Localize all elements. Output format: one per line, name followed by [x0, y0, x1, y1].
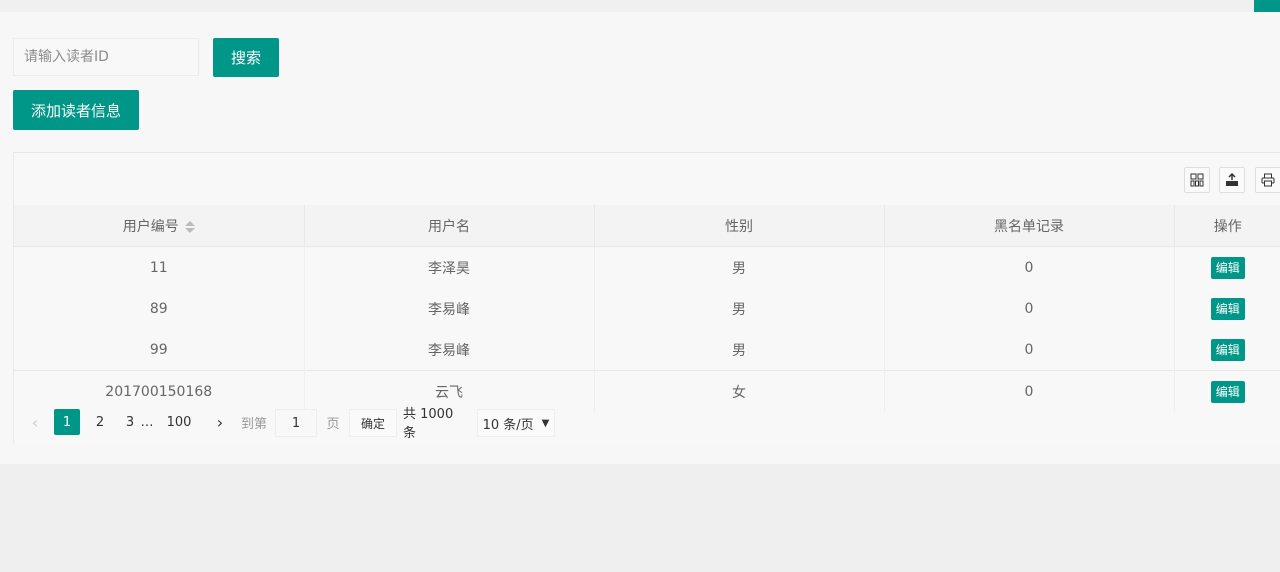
edit-button[interactable]: 编辑 [1210, 380, 1245, 403]
add-reader-button[interactable]: 添加读者信息 [13, 90, 139, 130]
reader-id-search-input[interactable] [13, 38, 199, 76]
cell-gender: 男 [594, 246, 885, 288]
table-row: 99 李易峰 男 0 编辑 [14, 329, 1280, 371]
cell-actions: 编辑 [1174, 288, 1280, 329]
goto-page-input[interactable]: 1 [275, 409, 317, 437]
cell-actions: 编辑 [1174, 329, 1280, 371]
print-icon[interactable] [1255, 167, 1280, 193]
cell-username: 李泽昊 [304, 246, 595, 288]
column-header-username: 用户名 [304, 205, 595, 247]
cell-user-id: 89 [14, 288, 305, 329]
page-footer-area [0, 464, 1280, 572]
cell-actions: 编辑 [1174, 370, 1280, 412]
column-header-user-id[interactable]: 用户编号 [14, 205, 305, 247]
cell-blacklist: 0 [884, 288, 1175, 329]
edit-button[interactable]: 编辑 [1210, 256, 1245, 279]
edit-button[interactable]: 编辑 [1210, 297, 1245, 320]
page-button-1[interactable]: 1 [54, 409, 80, 435]
column-header-gender: 性别 [594, 205, 885, 247]
page-size-value: 10 条/页 [482, 417, 534, 433]
dropdown-arrow-icon: ▼ [541, 417, 550, 429]
top-bar [0, 0, 1280, 12]
cell-actions: 编辑 [1174, 247, 1280, 289]
header-row: 用户编号 用户名 性别 黑名单记录 操作 [14, 205, 1280, 247]
page-ellipsis: … [140, 414, 154, 430]
table-row: 89 李易峰 男 0 编辑 [14, 288, 1280, 329]
page-button-2[interactable]: 2 [87, 409, 113, 435]
column-header-actions: 操作 [1174, 205, 1280, 247]
column-header-label: 用户编号 [122, 218, 179, 235]
export-icon[interactable] [1219, 167, 1245, 193]
goto-confirm-button[interactable]: 确定 [349, 409, 397, 437]
search-button[interactable]: 搜索 [213, 38, 279, 77]
cell-blacklist: 0 [884, 370, 1175, 412]
cell-username: 李易峰 [304, 329, 595, 371]
reader-table: 用户编号 用户名 性别 黑名单记录 操作 11 李泽昊 男 0 编辑 89 李易… [13, 152, 1280, 443]
page-size-select[interactable]: 10 条/页 ▼ [477, 409, 555, 437]
prev-page-icon[interactable]: ‹ [25, 409, 45, 435]
cell-username: 李易峰 [304, 288, 595, 329]
cell-gender: 女 [594, 370, 885, 412]
pagination: ‹ 1 2 3 … 100 › 到第 1 页 确定 共 1000 条 10 条/… [13, 404, 573, 441]
cell-blacklist: 0 [884, 246, 1175, 288]
edit-button[interactable]: 编辑 [1210, 338, 1245, 361]
table-row: 11 李泽昊 男 0 编辑 [14, 246, 1280, 289]
total-count: 共 1000 条 [403, 407, 454, 441]
column-header-blacklist: 黑名单记录 [884, 205, 1175, 247]
sort-icon[interactable] [184, 220, 195, 234]
cell-gender: 男 [594, 329, 885, 371]
goto-label: 到第 [240, 416, 267, 432]
top-accent [1254, 0, 1280, 12]
cell-gender: 男 [594, 288, 885, 329]
cell-user-id: 11 [14, 246, 305, 288]
page-button-last[interactable]: 100 [163, 409, 195, 435]
page-unit-label: 页 [326, 416, 340, 432]
cell-blacklist: 0 [884, 329, 1175, 371]
cell-user-id: 99 [14, 329, 305, 371]
data-grid: 用户编号 用户名 性别 黑名单记录 操作 11 李泽昊 男 0 编辑 89 李易… [14, 205, 1280, 412]
columns-icon[interactable] [1184, 167, 1210, 193]
next-page-icon[interactable]: › [210, 409, 230, 435]
